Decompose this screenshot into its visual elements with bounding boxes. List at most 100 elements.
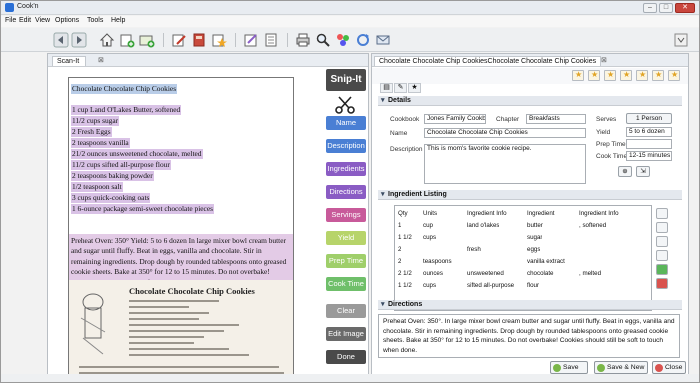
tab-recipe[interactable]: Chocolate Chocolate Chip CookiesChocolat… xyxy=(374,56,602,66)
add-ingredient-icon[interactable] xyxy=(656,264,668,275)
grid-cell[interactable]: cups xyxy=(423,282,436,289)
snip-yield-button[interactable]: Yield xyxy=(326,231,366,245)
tab-close-icon[interactable]: ⊠ xyxy=(601,56,607,64)
save-and-new-button[interactable]: Save & New xyxy=(594,361,648,374)
search-icon[interactable] xyxy=(315,32,331,48)
chapter-field[interactable]: Breakfasts xyxy=(526,114,586,124)
snip-name-button[interactable]: Name xyxy=(326,116,366,130)
snip-description-button[interactable]: Description xyxy=(326,139,366,153)
rating-star-icon[interactable] xyxy=(668,70,680,81)
timer-icon[interactable]: ⊕ xyxy=(618,166,632,177)
add-recipe-icon[interactable] xyxy=(139,32,155,48)
grid-cell[interactable]: , melted xyxy=(579,270,601,277)
move-up-icon[interactable] xyxy=(656,222,668,233)
menu-planner-icon[interactable] xyxy=(243,32,259,48)
favorites-icon[interactable] xyxy=(211,32,227,48)
grid-cell[interactable]: unsweetened xyxy=(467,270,504,277)
grid-cell[interactable]: , softened xyxy=(579,222,606,229)
grid-cell[interactable]: 1 1/2 xyxy=(398,234,412,241)
minimize-button[interactable]: – xyxy=(643,3,657,13)
rating-star-icon[interactable] xyxy=(604,70,616,81)
sort-icon[interactable] xyxy=(656,250,668,261)
grid-cell[interactable]: teaspoons xyxy=(423,258,452,265)
grid-cell[interactable]: chocolate xyxy=(527,270,554,277)
grid-cell[interactable]: land o'lakes xyxy=(467,222,499,229)
menu-tools[interactable]: Tools xyxy=(87,17,103,24)
grid-cell[interactable]: 2 1/2 xyxy=(398,270,412,277)
new-recipe-icon[interactable] xyxy=(119,32,135,48)
ingredient-grid[interactable]: Qty Units Ingredient Info Ingredient Ing… xyxy=(394,205,652,311)
move-down-icon[interactable] xyxy=(656,236,668,247)
snip-done-button[interactable]: Done xyxy=(326,350,366,364)
delete-ingredient-icon[interactable] xyxy=(656,278,668,289)
snip-directions-button[interactable]: Directions xyxy=(326,185,366,199)
serves-button[interactable]: 1 Person xyxy=(626,113,672,124)
scissors-icon[interactable] xyxy=(334,94,356,116)
grid-cell[interactable]: vanilla extract xyxy=(527,258,565,265)
grid-cell[interactable]: eggs xyxy=(527,246,540,253)
rating-star-icon[interactable] xyxy=(636,70,648,81)
home-icon[interactable] xyxy=(99,32,115,48)
tab-close-icon[interactable]: ⊠ xyxy=(98,56,104,64)
tab-scan-it[interactable]: Scan-It xyxy=(52,56,87,66)
share-icon[interactable] xyxy=(375,32,391,48)
grid-cell[interactable]: 2 xyxy=(398,258,401,265)
directions-field[interactable]: Preheat Oven: 350°. In large mixer bowl … xyxy=(378,314,680,358)
rating-star-icon[interactable] xyxy=(572,70,584,81)
grid-cell[interactable]: fresh xyxy=(467,246,481,253)
details-section-header[interactable]: Details xyxy=(378,96,682,106)
grid-cell[interactable]: flour xyxy=(527,282,539,289)
grid-cell[interactable]: cup xyxy=(423,222,433,229)
grid-cell[interactable]: 1 xyxy=(398,222,401,229)
grid-cell[interactable]: 2 xyxy=(398,246,401,253)
grid-cell[interactable]: sifted all-purpose xyxy=(467,282,514,289)
back-icon[interactable] xyxy=(53,32,69,48)
menu-view[interactable]: View xyxy=(35,17,50,24)
maximize-button[interactable]: □ xyxy=(659,3,673,13)
grid-cell[interactable]: sugar xyxy=(527,234,542,241)
menu-help[interactable]: Help xyxy=(111,17,125,24)
description-field[interactable]: This is mom's favorite cookie recipe. xyxy=(424,144,586,184)
snip-servings-button[interactable]: Servings xyxy=(326,208,366,222)
prep-time-field[interactable] xyxy=(626,139,672,149)
ingredient-listing-section-header[interactable]: Ingredient Listing xyxy=(378,190,682,200)
directions-section-header[interactable]: Directions xyxy=(378,300,682,310)
forward-icon[interactable] xyxy=(71,32,87,48)
scan-text-line xyxy=(129,354,249,356)
snip-edit-image-button[interactable]: Edit Image xyxy=(326,327,366,341)
snip-cook-time-button[interactable]: Cook Time xyxy=(326,277,366,291)
shopping-list-icon[interactable] xyxy=(263,32,279,48)
rating-star-icon[interactable] xyxy=(652,70,664,81)
rating-star-icon[interactable] xyxy=(588,70,600,81)
cookbook-field[interactable]: Jones Family Cookbo xyxy=(424,114,486,124)
cook-time-field[interactable]: 12-15 minutes xyxy=(626,151,672,161)
menu-options[interactable]: Options xyxy=(55,17,79,24)
close-window-button[interactable]: ✕ xyxy=(675,3,695,13)
close-button[interactable]: Close xyxy=(652,361,686,374)
name-field[interactable]: Chocolate Chocolate Chip Cookies xyxy=(424,128,586,138)
grid-cell[interactable]: ounces xyxy=(423,270,443,277)
menu-edit[interactable]: Edit xyxy=(19,17,31,24)
sync-icon[interactable] xyxy=(355,32,371,48)
edit-icon[interactable] xyxy=(171,32,187,48)
tab-edit-icon[interactable]: ✎ xyxy=(394,83,407,93)
snip-clear-button[interactable]: Clear xyxy=(326,304,366,318)
save-button[interactable]: Save xyxy=(550,361,588,374)
grid-cell[interactable]: 1 1/2 xyxy=(398,282,412,289)
tab-view-icon[interactable]: ▤ xyxy=(380,83,393,93)
scanned-document[interactable]: Chocolate Chocolate Chip Cookies 1 cup L… xyxy=(68,77,294,382)
menu-file[interactable]: File xyxy=(5,17,16,24)
grid-cell[interactable]: cups xyxy=(423,234,436,241)
print-icon[interactable] xyxy=(295,32,311,48)
rating-star-icon[interactable] xyxy=(620,70,632,81)
grid-cell[interactable]: butter xyxy=(527,222,543,229)
snip-prep-time-button[interactable]: Prep Time xyxy=(326,254,366,268)
options-icon[interactable] xyxy=(673,32,689,48)
edit-ingredient-icon[interactable] xyxy=(656,208,668,219)
yield-field[interactable]: 5 to 6 dozen xyxy=(626,127,672,137)
tab-favorite-icon[interactable]: ★ xyxy=(408,83,421,93)
export-icon[interactable]: ⇲ xyxy=(636,166,650,177)
snip-ingredients-button[interactable]: Ingredients xyxy=(326,162,366,176)
cookbook-icon[interactable] xyxy=(191,32,207,48)
nutrition-icon[interactable] xyxy=(335,32,351,48)
